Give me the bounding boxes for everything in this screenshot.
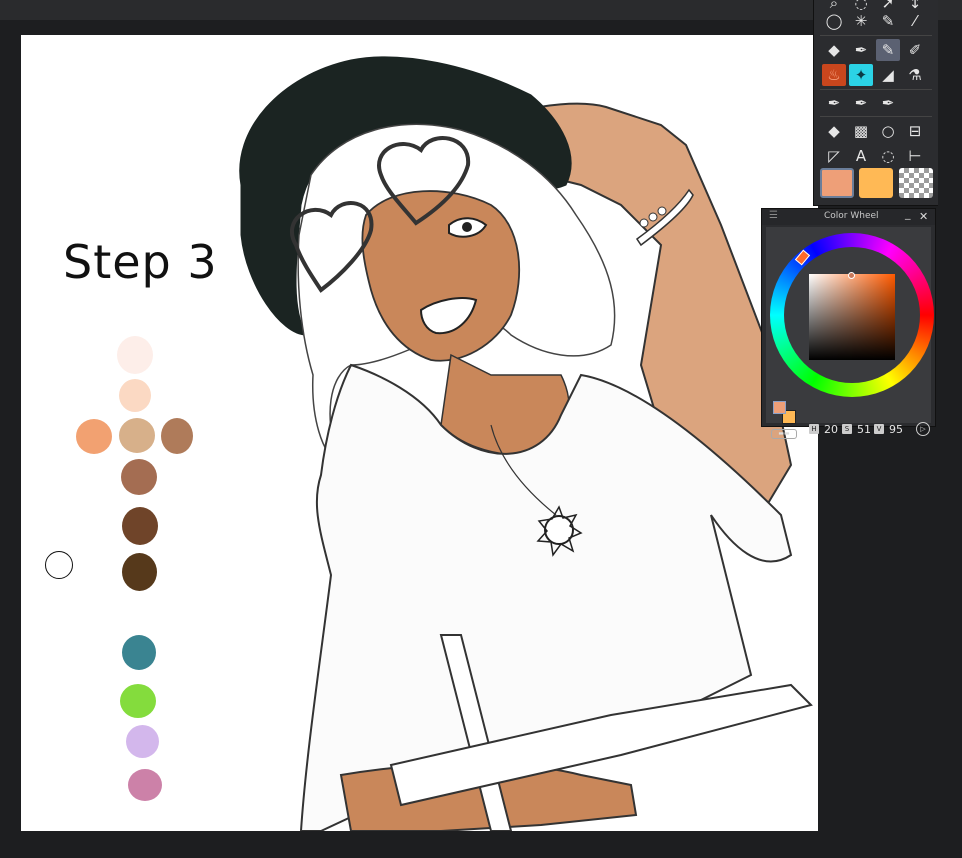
balloon-icon[interactable]: ◌ — [876, 145, 900, 167]
transparent-color-slot[interactable] — [899, 168, 933, 198]
lasso-icon[interactable]: ◯ — [822, 10, 846, 32]
color-wheel-title: Color Wheel — [824, 211, 879, 221]
blend-icon[interactable]: ⚗ — [903, 64, 927, 86]
airbrush-icon[interactable]: ◢ — [876, 64, 900, 86]
v-label: V — [874, 424, 884, 434]
minimize-icon[interactable]: _ — [905, 207, 911, 220]
text-icon[interactable]: A — [849, 145, 873, 167]
turnip-pen-icon[interactable]: ✒ — [849, 92, 873, 114]
s-label: S — [842, 424, 852, 434]
sub-color-slot[interactable] — [859, 168, 893, 198]
tool-palette: ⌕ ◌ ➚ ↕ ◯ ✳ ✎ ⁄ ◆ ✒ ✎ ✐ ♨ ✦ ◢ ⚗ ✒ ✒ ✒ ◆ … — [813, 0, 938, 206]
ruler-icon[interactable]: ◸ — [822, 145, 846, 167]
v-value: 95 — [889, 423, 903, 436]
sv-marker[interactable] — [848, 272, 855, 279]
color-wheel-body: ▬▬ H 20 S 51 V 95 ▷ — [766, 227, 934, 439]
drawing-canvas[interactable]: Step 3 — [21, 35, 818, 831]
marker-icon[interactable]: ✐ — [903, 39, 927, 61]
frame-icon[interactable]: ⊟ — [903, 120, 927, 142]
color-wheel-titlebar[interactable]: ☰ Color Wheel _ ✕ — [762, 207, 935, 225]
s-value: 51 — [857, 423, 871, 436]
magic-wand-icon[interactable]: ✳ — [849, 10, 873, 32]
h-label: H — [809, 424, 819, 434]
eraser-icon[interactable]: ◆ — [822, 39, 846, 61]
close-icon[interactable]: ✕ — [919, 210, 928, 223]
sparkle-brush-icon[interactable]: ✦ — [849, 64, 873, 86]
gradient-icon[interactable]: ▩ — [849, 120, 873, 142]
correct-line-icon[interactable]: ⊢ — [903, 145, 927, 167]
main-color-slot[interactable] — [820, 168, 854, 198]
character-artwork — [239, 56, 813, 831]
pen-icon[interactable]: ✒ — [849, 39, 873, 61]
saturation-value-square[interactable] — [809, 274, 895, 360]
mapping-pen-icon[interactable]: ✒ — [876, 92, 900, 114]
fill-bucket-icon[interactable]: ◆ — [822, 120, 846, 142]
h-value: 20 — [824, 423, 838, 436]
main-color-chip[interactable] — [773, 401, 786, 414]
menu-icon[interactable]: ☰ — [769, 210, 778, 221]
color-mode-switch-icon[interactable]: ▷ — [916, 422, 930, 436]
hsv-readout: ▬▬ H 20 S 51 V 95 ▷ — [766, 422, 939, 445]
color-mode-toggle[interactable]: ▬▬ — [771, 429, 797, 439]
color-wheel-panel: ☰ Color Wheel _ ✕ ▬▬ H 20 S 51 V 95 ▷ — [761, 207, 936, 439]
fill-icon[interactable]: ♨ — [822, 64, 846, 86]
auto-select-icon[interactable]: ✎ — [876, 10, 900, 32]
eyedropper-icon[interactable]: ⁄ — [903, 10, 927, 32]
shape-icon[interactable]: ○ — [876, 120, 900, 142]
g-pen-icon[interactable]: ✒ — [822, 92, 846, 114]
pencil-icon[interactable]: ✎ — [876, 39, 900, 61]
